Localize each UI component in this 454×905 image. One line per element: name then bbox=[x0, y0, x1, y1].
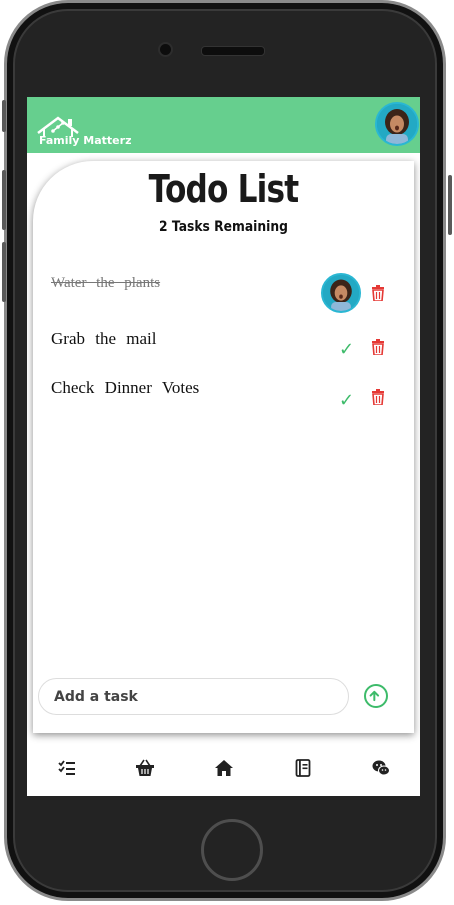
add-task-submit-button[interactable] bbox=[364, 684, 388, 708]
volume-up-button bbox=[2, 170, 6, 230]
task-label-water-plants[interactable]: Water the plants bbox=[51, 275, 160, 292]
app-screen: Family Matterz Todo List 2 Tasks Remaini… bbox=[27, 97, 420, 796]
trash-icon[interactable] bbox=[371, 285, 385, 301]
task-label-check-dinner-votes[interactable]: Check Dinner Votes bbox=[51, 378, 199, 398]
bottom-nav bbox=[27, 747, 420, 789]
power-button bbox=[448, 175, 452, 235]
page-title: Todo List bbox=[148, 167, 300, 211]
brand-name: Family Matterz bbox=[39, 134, 132, 147]
todo-card: Todo List 2 Tasks Remaining Water the pl… bbox=[33, 161, 414, 733]
complete-check-icon[interactable]: ✓ bbox=[339, 339, 354, 360]
complete-check-icon[interactable]: ✓ bbox=[339, 390, 354, 411]
home-icon[interactable] bbox=[215, 759, 233, 777]
trash-icon[interactable] bbox=[371, 389, 385, 405]
basket-icon[interactable] bbox=[136, 759, 154, 777]
app-header: Family Matterz bbox=[27, 97, 420, 153]
notebook-icon[interactable] bbox=[294, 759, 312, 777]
checklist-icon[interactable] bbox=[58, 759, 76, 777]
front-camera bbox=[160, 44, 171, 55]
add-task-input[interactable] bbox=[38, 678, 349, 715]
assignee-avatar-image bbox=[323, 275, 359, 311]
mute-switch bbox=[2, 100, 6, 132]
trash-icon[interactable] bbox=[371, 339, 385, 355]
user-avatar[interactable] bbox=[375, 102, 419, 146]
task-label-grab-mail[interactable]: Grab the mail bbox=[51, 329, 156, 349]
chat-icon[interactable] bbox=[372, 759, 390, 777]
volume-down-button bbox=[2, 242, 6, 302]
speaker-grille bbox=[201, 46, 265, 56]
assignee-avatar bbox=[321, 273, 361, 313]
tasks-remaining-count: 2 Tasks Remaining bbox=[159, 219, 288, 235]
avatar-image bbox=[377, 104, 417, 144]
brand-logo[interactable]: Family Matterz bbox=[36, 115, 136, 149]
home-button[interactable] bbox=[201, 819, 263, 881]
